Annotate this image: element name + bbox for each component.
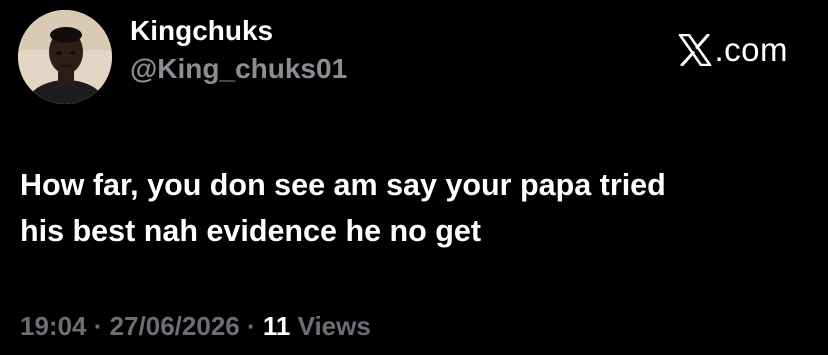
avatar-image xyxy=(18,10,112,104)
user-names: Kingchuks @King_chuks01 xyxy=(130,14,347,88)
avatar[interactable] xyxy=(18,10,112,104)
views-count: 11 xyxy=(262,311,291,341)
meta-separator: · xyxy=(86,311,110,341)
brand-watermark: .com xyxy=(678,32,788,68)
tweet-header: Kingchuks @King_chuks01 xyxy=(18,10,347,104)
x-logo-icon xyxy=(679,34,712,66)
tweet-line: How far, you don see am say your papa tr… xyxy=(20,168,666,202)
tweet-date[interactable]: 27/06/2026 xyxy=(110,311,240,341)
tweet-meta: 19:04 · 27/06/2026 · 11 Views xyxy=(20,308,371,344)
tweet-card: Kingchuks @King_chuks01 .com How far, yo… xyxy=(0,0,828,355)
views-label: Views xyxy=(290,311,371,341)
display-name[interactable]: Kingchuks xyxy=(130,14,347,48)
tweet-text: How far, you don see am say your papa tr… xyxy=(20,162,810,254)
user-handle[interactable]: @King_chuks01 xyxy=(130,50,347,88)
brand-domain: .com xyxy=(714,31,788,68)
tweet-time[interactable]: 19:04 xyxy=(20,311,87,341)
tweet-line: his best nah evidence he no get xyxy=(20,214,481,248)
meta-separator: · xyxy=(239,311,263,341)
